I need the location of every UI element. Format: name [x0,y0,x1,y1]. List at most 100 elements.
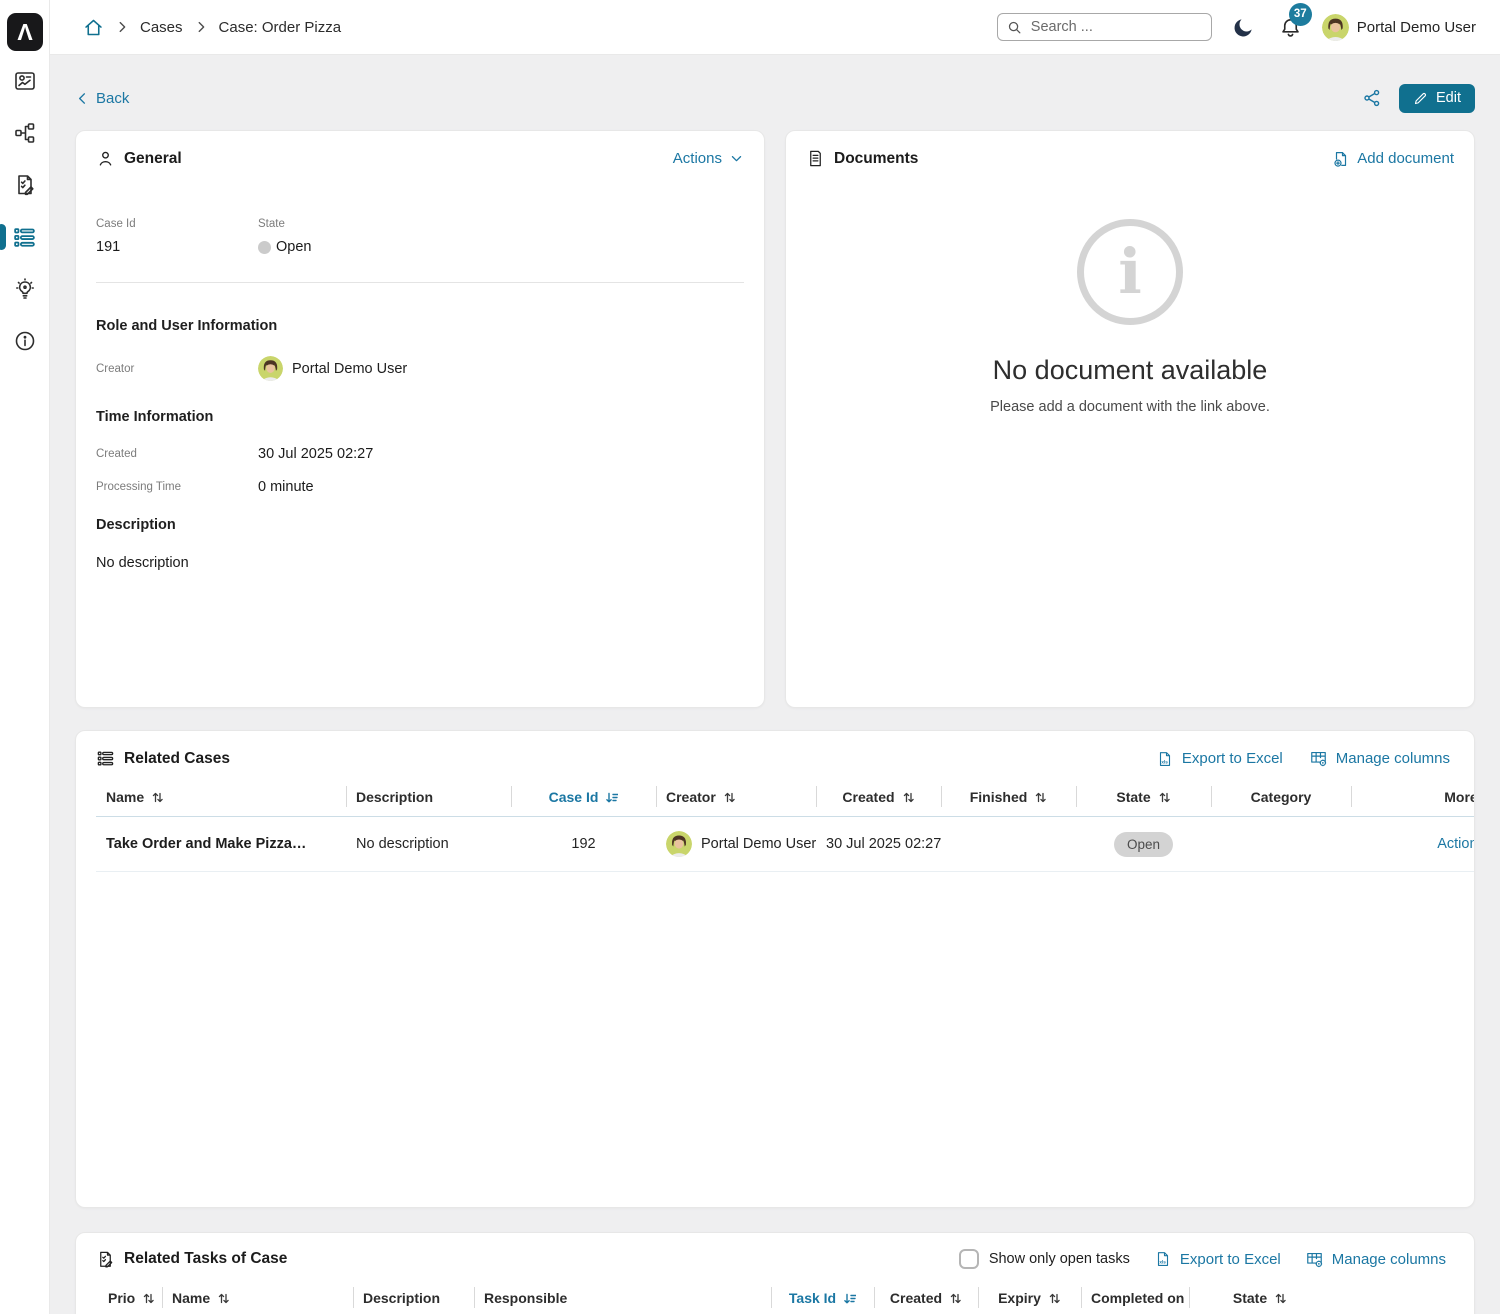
sidebar-item-cases[interactable] [0,211,49,263]
app-logo[interactable]: Λ [7,13,43,51]
case-name-cell[interactable]: Take Order and Make Pizza… [96,817,346,872]
sorted-desc-icon [843,1292,856,1305]
breadcrumb-current: Case: Order Pizza [219,19,342,36]
info-icon [13,329,37,353]
sort-icon [217,1292,230,1305]
col-header-name[interactable]: Name [96,781,346,817]
manage-columns-button[interactable]: Manage columns [1309,749,1450,768]
col-header-creator[interactable]: Creator [656,781,816,817]
col-header-completed-on[interactable]: Completed on [1081,1282,1189,1314]
user-menu[interactable]: Portal Demo User [1322,14,1476,41]
created-value: 30 Jul 2025 02:27 [258,446,744,462]
sidebar-item-processes[interactable] [0,107,49,159]
case-category-cell [1211,817,1351,872]
processing-time-value: 0 minute [258,479,744,495]
case-state-cell: Open [1076,817,1211,872]
col-header-name[interactable]: Name [162,1282,353,1314]
related-tasks-title: Related Tasks of Case [124,1250,287,1268]
processes-icon [13,121,37,145]
sort-icon [902,791,915,804]
manage-columns-button[interactable]: Manage columns [1305,1250,1446,1269]
related-tasks-card: Related Tasks of Case Show only open tas… [75,1232,1475,1314]
case-finished-cell [941,817,1076,872]
col-header-description: Description [353,1282,474,1314]
avatar [1322,14,1349,41]
notification-count-badge: 37 [1289,3,1312,26]
related-cases-table: Name Description Case Id Creator Created… [96,781,1475,872]
col-header-task-id[interactable]: Task Id [771,1282,874,1314]
state-field: State Open [258,218,744,255]
person-icon [96,149,115,168]
dark-mode-toggle[interactable] [1232,16,1255,39]
show-open-tasks-toggle[interactable]: Show only open tasks [959,1249,1130,1269]
sort-icon [949,1292,962,1305]
col-header-state[interactable]: State [1189,1282,1331,1314]
edit-button[interactable]: Edit [1399,84,1475,113]
share-button[interactable] [1362,88,1382,108]
sidebar-item-about[interactable] [0,315,49,367]
col-header-description: Description [346,781,511,817]
col-header-responsible: Responsible [474,1282,771,1314]
sidebar-item-tasks[interactable] [0,159,49,211]
task-document-icon [96,1250,115,1269]
search-icon [1007,20,1022,35]
dashboard-icon [13,69,37,93]
share-icon [1362,88,1382,108]
avatar [666,831,692,857]
search-box [997,13,1212,41]
case-created-cell: 30 Jul 2025 02:27 [816,817,941,872]
actions-dropdown[interactable]: Actions [673,150,744,167]
creator-label: Creator [96,363,258,375]
export-excel-button[interactable]: Export to Excel [1156,750,1283,768]
sort-icon [1034,791,1047,804]
role-user-section-title: Role and User Information [96,318,744,334]
export-excel-button[interactable]: Export to Excel [1154,1250,1281,1268]
cases-icon [12,225,37,250]
status-badge: Open [1114,832,1173,857]
tasks-icon [13,173,37,197]
sort-icon [1158,791,1171,804]
table-row[interactable]: Take Order and Make Pizza… No descriptio… [96,817,1475,872]
sort-icon [151,791,164,804]
manage-columns-icon [1309,749,1328,768]
general-card: General Actions Case Id 191 State Open R… [75,130,765,708]
col-header-expiry[interactable]: Expiry [978,1282,1081,1314]
sidebar-item-insights[interactable] [0,263,49,315]
related-cases-title: Related Cases [124,750,230,768]
breadcrumb-cases[interactable]: Cases [140,19,183,36]
case-creator-cell: Portal Demo User [656,817,816,872]
processing-time-label: Processing Time [96,481,258,493]
general-card-title: General [124,150,182,168]
documents-card: Documents Add document i No document ava… [785,130,1475,708]
xls-file-icon [1154,1250,1172,1268]
row-actions-link[interactable]: Actions [1437,836,1475,852]
lightbulb-icon [13,277,37,301]
col-header-more: More [1351,781,1475,817]
user-name: Portal Demo User [1357,19,1476,36]
page-toolbar: Back Edit [75,83,1475,113]
sort-icon [723,791,736,804]
chevron-right-icon [194,20,208,34]
state-value: Open [276,239,311,255]
add-document-icon [1332,150,1350,168]
sidebar-item-dashboard[interactable] [0,55,49,107]
documents-card-title: Documents [834,150,918,168]
back-button[interactable]: Back [75,90,129,107]
col-header-prio[interactable]: Prio [96,1282,162,1314]
case-id-value: 191 [96,239,258,255]
col-header-case-id[interactable]: Case Id [511,781,656,817]
col-header-created[interactable]: Created [874,1282,978,1314]
checkbox[interactable] [959,1249,979,1269]
col-header-finished[interactable]: Finished [941,781,1076,817]
sidebar: Λ [0,0,50,1314]
notifications-button[interactable]: 37 [1279,16,1302,39]
sort-icon [142,1292,155,1305]
add-document-button[interactable]: Add document [1332,150,1454,168]
home-icon[interactable] [83,17,104,38]
col-header-created[interactable]: Created [816,781,941,817]
col-header-state[interactable]: State [1076,781,1211,817]
documents-empty-state: i No document available Please add a doc… [786,219,1474,415]
search-input[interactable] [997,13,1212,41]
time-section-title: Time Information [96,409,744,425]
empty-title: No document available [786,355,1474,386]
